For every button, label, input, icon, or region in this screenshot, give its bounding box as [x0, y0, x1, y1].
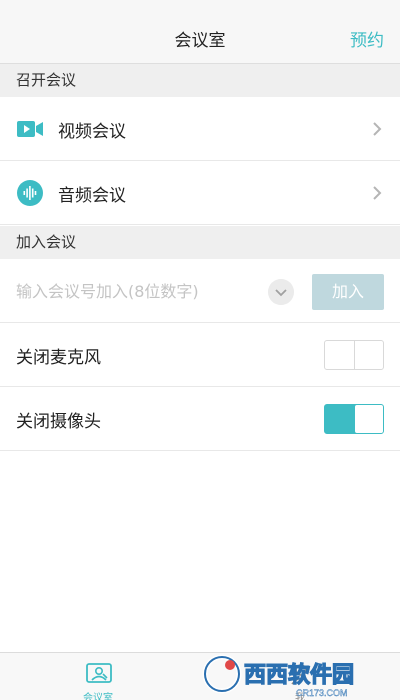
- camera-off-label: 关闭摄像头: [16, 412, 101, 432]
- meeting-room-icon: [86, 663, 112, 683]
- chevron-right-icon: [373, 122, 382, 136]
- watermark-text: 西西软件园: [244, 662, 354, 687]
- mute-mic-label: 关闭麦克风: [16, 348, 101, 368]
- mute-mic-toggle[interactable]: [324, 340, 384, 370]
- page-title: 会议室: [174, 31, 226, 51]
- chevron-down-icon[interactable]: [268, 279, 294, 305]
- schedule-button[interactable]: 预约: [350, 26, 384, 51]
- watermark-subtext: CR173.COM: [296, 688, 348, 698]
- audio-meeting-label: 音频会议: [58, 186, 126, 206]
- toggle-knob: [355, 405, 383, 433]
- camera-off-toggle[interactable]: [324, 404, 384, 434]
- watermark-logo: 西西软件园 CR173.COM: [202, 654, 355, 698]
- tab-meeting-room-label: 会议室: [83, 693, 113, 700]
- audio-meeting-row[interactable]: 音频会议: [0, 161, 400, 225]
- join-button[interactable]: 加入: [312, 274, 384, 310]
- video-camera-icon: [17, 121, 43, 137]
- toggle-divider: [354, 341, 355, 369]
- section-title-join: 加入会议: [0, 226, 400, 259]
- tab-meeting-room[interactable]: 会议室: [58, 653, 138, 700]
- mute-mic-row: 关闭麦克风: [0, 323, 400, 387]
- nav-bar: 会议室 预约: [0, 0, 400, 64]
- chevron-right-icon: [373, 186, 382, 200]
- video-meeting-row[interactable]: 视频会议: [0, 97, 400, 161]
- video-meeting-label: 视频会议: [58, 122, 126, 142]
- audio-wave-icon: [17, 180, 43, 206]
- meeting-number-input[interactable]: [16, 277, 256, 305]
- camera-off-row: 关闭摄像头: [0, 387, 400, 451]
- section-title-start: 召开会议: [0, 64, 400, 97]
